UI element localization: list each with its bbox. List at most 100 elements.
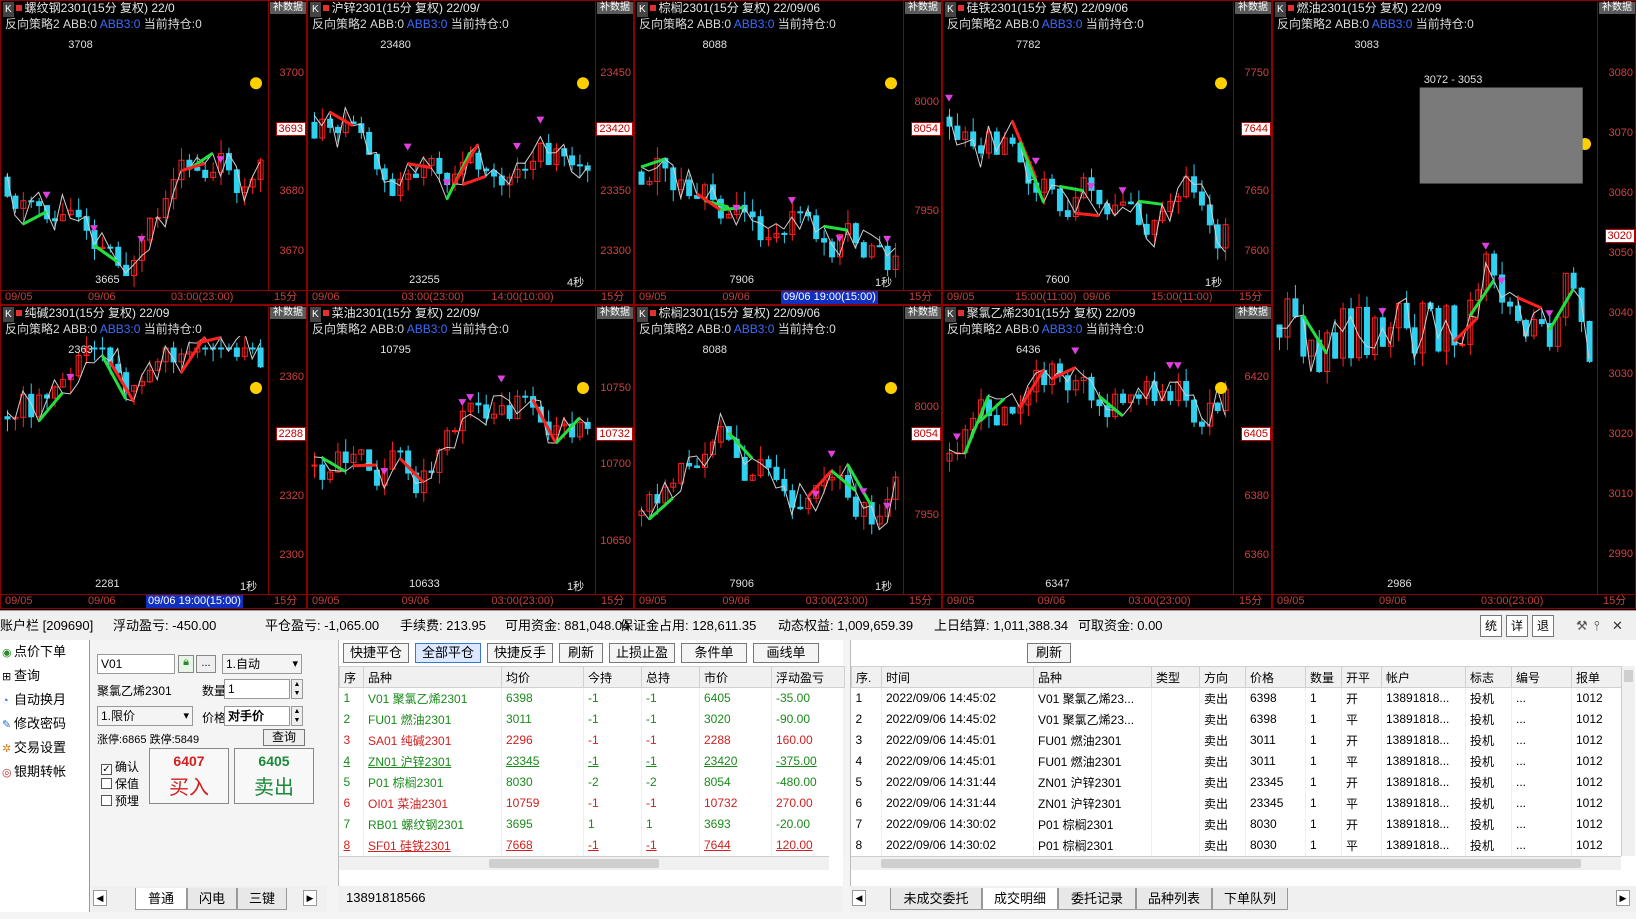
- column-header[interactable]: 浮动盈亏: [771, 666, 845, 688]
- confirm-checkbox[interactable]: ✓ 确认: [101, 758, 139, 775]
- trade-row[interactable]: 5 2022/09/06 14:31:44 ZN01 沪锌2301 卖出 23345 1 开…: [851, 771, 1622, 793]
- tab-fills[interactable]: 成交明细: [982, 888, 1058, 910]
- column-header[interactable]: 均价: [501, 666, 584, 688]
- column-header[interactable]: 品种: [1033, 666, 1152, 688]
- trades-tab-left[interactable]: ◀: [852, 890, 866, 906]
- candlestick-chart[interactable]: [1, 31, 270, 292]
- tab-order-log[interactable]: 委托记录: [1058, 888, 1136, 910]
- candlestick-chart[interactable]: [1273, 31, 1599, 596]
- detail-button[interactable]: 详: [1506, 615, 1528, 637]
- column-header[interactable]: 市价: [699, 666, 772, 688]
- column-header[interactable]: 编号: [1511, 666, 1572, 688]
- column-header[interactable]: 方向: [1199, 666, 1246, 688]
- position-row[interactable]: 4 ZN01 沪锌2301 23345 -1 -1 23420 -375.00: [339, 750, 845, 772]
- tab-left-arrow[interactable]: ◀: [93, 890, 107, 906]
- position-row[interactable]: 6 OI01 菜油2301 10759 -1 -1 10732 270.00: [339, 792, 845, 814]
- trades-tab-right[interactable]: ▶: [1616, 890, 1630, 906]
- nav-point-order[interactable]: ◉ 点价下单: [0, 640, 89, 664]
- candlestick-chart[interactable]: [1, 336, 270, 596]
- pin-icon[interactable]: ⫯: [1594, 611, 1600, 641]
- chart-panel[interactable]: K 聚氯乙烯2301(15分 复权) 22/09 补数据 反向策略2 ABB:0 A…: [942, 305, 1272, 609]
- trade-row[interactable]: 4 2022/09/06 14:45:01 FU01 燃油2301 卖出 3011 1 平 1…: [851, 750, 1622, 772]
- column-header[interactable]: 帐户: [1381, 666, 1466, 688]
- close-all-button[interactable]: 全部平仓: [415, 643, 481, 663]
- candlestick-chart[interactable]: [635, 336, 905, 596]
- buy-button[interactable]: 6407 买入: [149, 748, 229, 804]
- trades-refresh-button[interactable]: 刷新: [1027, 643, 1071, 663]
- auto-mode-select[interactable]: 1.自动: [222, 654, 302, 674]
- tab-right-arrow[interactable]: ▶: [303, 890, 317, 906]
- conditional-order-button[interactable]: 条件单: [681, 643, 747, 663]
- close-icon[interactable]: ✕: [1612, 611, 1623, 641]
- stop-loss-button[interactable]: 止损止盈: [609, 643, 675, 663]
- column-header[interactable]: 时间: [881, 666, 1034, 688]
- trades-vscroll[interactable]: [1621, 666, 1635, 856]
- tab-three-key[interactable]: 三键: [237, 888, 287, 910]
- chart-panel[interactable]: K 沪锌2301(15分 复权) 22/09/补数据 反向策略2 ABB:0 AB…: [307, 0, 634, 305]
- refresh-button[interactable]: 刷新: [559, 643, 603, 663]
- tools-icon[interactable]: ⚒: [1576, 611, 1588, 641]
- tab-contracts[interactable]: 品种列表: [1136, 888, 1212, 910]
- trade-row[interactable]: 8 2022/09/06 14:30:02 P01 棕榈2301 卖出 8030 1 平 13…: [851, 834, 1622, 856]
- chart-panel[interactable]: K 棕榈2301(15分 复权) 22/09/06 补数据 反向策略2 ABB:0 …: [634, 0, 942, 305]
- chart-panel[interactable]: K 硅铁2301(15分 复权) 22/09/06 补数据 反向策略2 ABB:0 …: [942, 0, 1272, 305]
- nav-settings[interactable]: ✲ 交易设置: [0, 736, 89, 760]
- tab-queue[interactable]: 下单队列: [1212, 888, 1288, 910]
- quick-close-button[interactable]: 快捷平仓: [343, 643, 409, 663]
- tab-unfilled[interactable]: 未成交委托: [890, 888, 982, 910]
- trades-hscroll[interactable]: [851, 856, 1621, 870]
- position-row[interactable]: 5 P01 棕榈2301 8030 -2 -2 8054 -480.00: [339, 771, 845, 793]
- price-type-select[interactable]: 1.限价: [97, 706, 193, 726]
- lock-icon[interactable]: 🔒︎: [178, 655, 194, 673]
- tab-flash[interactable]: 闪电: [187, 888, 237, 910]
- trade-row[interactable]: 3 2022/09/06 14:45:01 FU01 燃油2301 卖出 3011 1 开 1…: [851, 729, 1622, 751]
- column-header[interactable]: 价格: [1245, 666, 1306, 688]
- nav-auto-roll[interactable]: ◔ 自动换月: [0, 688, 89, 712]
- column-header[interactable]: 开平: [1341, 666, 1382, 688]
- column-header[interactable]: 类型: [1151, 666, 1200, 688]
- trade-row[interactable]: 6 2022/09/06 14:31:44 ZN01 沪锌2301 卖出 23345 1 平…: [851, 792, 1622, 814]
- hedge-checkbox[interactable]: 保值: [101, 775, 139, 792]
- column-header[interactable]: 序.: [851, 666, 882, 688]
- price-input[interactable]: 对手价: [224, 706, 290, 726]
- trade-row[interactable]: 2 2022/09/06 14:45:02 V01 聚氯乙烯23... 卖出 6398 1…: [851, 708, 1622, 730]
- position-row[interactable]: 2 FU01 燃油2301 3011 -1 -1 3020 -90.00: [339, 708, 845, 730]
- position-row[interactable]: 1 V01 聚氯乙烯2301 6398 -1 -1 6405 -35.00: [339, 687, 845, 709]
- column-header[interactable]: 品种: [363, 666, 502, 688]
- column-header[interactable]: 数量: [1305, 666, 1342, 688]
- position-row[interactable]: 7 RB01 螺纹钢2301 3695 1 1 3693 -20.00: [339, 813, 845, 835]
- exit-button[interactable]: 退: [1532, 615, 1554, 637]
- position-row[interactable]: 8 SF01 硅铁2301 7668 -1 -1 7644 120.00: [339, 834, 845, 856]
- position-row[interactable]: 3 SA01 纯碱2301 2296 -1 -1 2288 160.00: [339, 729, 845, 751]
- price-stepper[interactable]: ▲ ▼: [291, 706, 303, 726]
- candlestick-chart[interactable]: [308, 31, 597, 292]
- contract-code-input[interactable]: V01: [97, 654, 175, 674]
- summary-button[interactable]: 统: [1480, 615, 1502, 637]
- column-header[interactable]: 报单: [1571, 666, 1622, 688]
- nav-bank-transfer[interactable]: ◎ 银期转帐: [0, 760, 89, 784]
- query-button[interactable]: 查询: [263, 729, 305, 746]
- preorder-checkbox[interactable]: 预埋: [101, 792, 139, 809]
- chart-panel[interactable]: K 燃油2301(15分 复权) 22/09 补数据 反向策略2 ABB:0 ABB…: [1272, 0, 1636, 609]
- nav-password[interactable]: ✎ 修改密码: [0, 712, 89, 736]
- candlestick-chart[interactable]: [635, 31, 905, 292]
- candlestick-chart[interactable]: [308, 336, 597, 596]
- sell-button[interactable]: 6405 卖出: [234, 748, 314, 804]
- trade-row[interactable]: 7 2022/09/06 14:30:02 P01 棕榈2301 卖出 8030 1 开 13…: [851, 813, 1622, 835]
- chart-panel[interactable]: K 棕榈2301(15分 复权) 22/09/06 补数据 反向策略2 ABB:0 …: [634, 305, 942, 609]
- quick-reverse-button[interactable]: 快捷反手: [487, 643, 553, 663]
- quantity-stepper[interactable]: ▲ ▼: [291, 679, 303, 699]
- column-header[interactable]: 总持: [641, 666, 700, 688]
- candlestick-chart[interactable]: [943, 31, 1235, 292]
- column-header[interactable]: 今持: [583, 666, 642, 688]
- trade-row[interactable]: 1 2022/09/06 14:45:02 V01 聚氯乙烯23... 卖出 6398 1…: [851, 687, 1622, 709]
- chart-panel[interactable]: K 菜油2301(15分 复权) 22/09/补数据 反向策略2 ABB:0 AB…: [307, 305, 634, 609]
- quantity-input[interactable]: 1: [224, 679, 290, 699]
- candlestick-chart[interactable]: [943, 336, 1235, 596]
- chart-panel[interactable]: K 纯碱2301(15分 复权) 22/09 补数据 反向策略2 ABB:0 ABB…: [0, 305, 307, 609]
- nav-query[interactable]: ⊞ 查询: [0, 664, 89, 688]
- browse-button[interactable]: ...: [196, 655, 216, 673]
- column-header[interactable]: 标志: [1465, 666, 1512, 688]
- chart-panel[interactable]: K 螺纹钢2301(15分 复权) 22/0 补数据 反向策略2 ABB:0 ABB…: [0, 0, 307, 305]
- positions-hscroll[interactable]: [339, 856, 829, 870]
